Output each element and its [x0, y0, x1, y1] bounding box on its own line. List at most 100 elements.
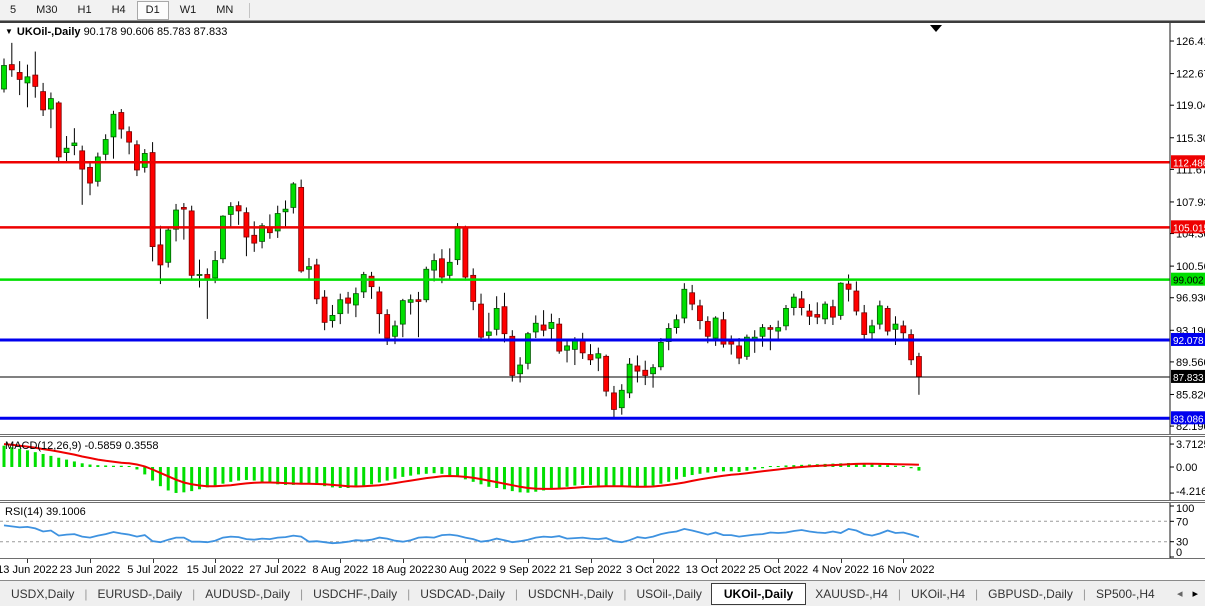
date-tick	[653, 559, 654, 563]
tab-ukoil-h4[interactable]: UKOil-,H4	[902, 584, 974, 604]
tab-usdx-daily[interactable]: USDX,Daily	[2, 584, 83, 604]
svg-text:119.040: 119.040	[1176, 100, 1205, 112]
svg-text:0.00: 0.00	[1176, 462, 1197, 474]
rsi-plot[interactable]: 10070300	[0, 503, 1205, 558]
timeframe-button-m30[interactable]: M30	[27, 1, 66, 20]
chart-shift-marker-icon[interactable]	[930, 25, 942, 32]
price-level-badge: 99.002	[1171, 273, 1205, 287]
date-tick	[841, 559, 842, 563]
rsi-panel[interactable]: RSI(14) 39.1006 10070300	[0, 502, 1205, 559]
svg-text:3.7125: 3.7125	[1176, 439, 1205, 451]
date-tick	[215, 559, 216, 563]
timeframe-button-h4[interactable]: H4	[103, 1, 135, 20]
date-tick	[153, 559, 154, 563]
tab-usdcad-daily[interactable]: USDCAD-,Daily	[411, 584, 514, 604]
date-label: 18 Aug 2022	[372, 564, 434, 576]
timeframe-button-mn[interactable]: MN	[207, 1, 242, 20]
svg-text:126.410: 126.410	[1176, 36, 1205, 48]
timeframe-button-5[interactable]: 5	[1, 1, 25, 20]
tab-usdchf-daily[interactable]: USDCHF-,Daily	[304, 584, 406, 604]
timeframe-button-w1[interactable]: W1	[171, 1, 206, 20]
horizontal-level-lines	[0, 162, 1170, 418]
svg-text:83.086: 83.086	[1173, 414, 1204, 425]
svg-text:92.078: 92.078	[1173, 336, 1204, 347]
date-tick	[403, 559, 404, 563]
macd-plot[interactable]: 3.7125 0.00 -4.2165	[0, 437, 1205, 500]
svg-text:105.015: 105.015	[1173, 223, 1205, 234]
date-label: 23 Jun 2022	[60, 564, 121, 576]
svg-text:99.002: 99.002	[1173, 276, 1204, 287]
svg-text:100: 100	[1176, 503, 1194, 515]
macd-label: MACD(12,26,9) -0.5859 0.3558	[5, 440, 158, 452]
date-label: 3 Oct 2022	[626, 564, 680, 576]
date-tick	[903, 559, 904, 563]
svg-text:85.820: 85.820	[1176, 389, 1205, 401]
date-tick	[90, 559, 91, 563]
svg-text:70: 70	[1176, 516, 1188, 528]
svg-text:87.833: 87.833	[1173, 373, 1204, 384]
tab-ukoil-daily[interactable]: UKOil-,Daily	[711, 583, 806, 605]
tab-scroll-right-icon[interactable]: ▸	[1187, 587, 1203, 600]
svg-text:107.930: 107.930	[1176, 197, 1205, 209]
tab-eurusd-daily[interactable]: EURUSD-,Daily	[88, 584, 191, 604]
svg-text:89.560: 89.560	[1176, 357, 1205, 369]
date-tick	[778, 559, 779, 563]
svg-text:122.670: 122.670	[1176, 69, 1205, 81]
date-label: 8 Aug 2022	[312, 564, 368, 576]
svg-text:-4.2165: -4.2165	[1176, 486, 1205, 498]
price-level-badge: 87.833	[1171, 370, 1205, 384]
price-level-badge: 112.486	[1171, 155, 1205, 169]
date-label: 16 Nov 2022	[872, 564, 934, 576]
candlestick-layer	[2, 43, 922, 418]
date-label: 21 Sep 2022	[559, 564, 621, 576]
tab-scroll-arrows: ◂▸	[1172, 587, 1203, 600]
date-tick	[465, 559, 466, 563]
date-label: 13 Oct 2022	[686, 564, 746, 576]
date-label: 13 Jun 2022	[0, 564, 58, 576]
tab-sp500-h4[interactable]: SP500-,H4	[1087, 584, 1164, 604]
date-tick	[528, 559, 529, 563]
price-level-badge: 92.078	[1171, 333, 1205, 347]
tab-scroll-left-icon[interactable]: ◂	[1172, 587, 1188, 600]
date-label: 27 Jul 2022	[249, 564, 306, 576]
macd-panel[interactable]: MACD(12,26,9) -0.5859 0.3558 3.7125 0.00 -…	[0, 436, 1205, 501]
chart-tab-bar: USDX,Daily|EURUSD-,Daily|AUDUSD-,Daily|U…	[0, 580, 1205, 606]
date-label: 30 Aug 2022	[434, 564, 496, 576]
timeframe-buttons: 5M30H1H4D1W1MN	[0, 1, 243, 20]
date-tick	[716, 559, 717, 563]
timeframe-button-h1[interactable]: H1	[69, 1, 101, 20]
svg-text:96.930: 96.930	[1176, 293, 1205, 305]
svg-text:115.300: 115.300	[1176, 133, 1205, 145]
tab-usoil-daily[interactable]: USOil-,Daily	[628, 584, 711, 604]
symbol-dropdown-icon[interactable]: ▼	[5, 27, 13, 36]
date-label: 9 Sep 2022	[500, 564, 556, 576]
tab-xauusd-h4[interactable]: XAUUSD-,H4	[806, 584, 897, 604]
date-label: 15 Jul 2022	[187, 564, 244, 576]
tab-gbpusd-daily[interactable]: GBPUSD-,Daily	[979, 584, 1082, 604]
date-label: 25 Oct 2022	[748, 564, 808, 576]
macd-axis[interactable]: 3.7125 0.00 -4.2165	[1170, 439, 1205, 498]
date-tick	[591, 559, 592, 563]
svg-text:0: 0	[1176, 547, 1182, 558]
date-tick	[27, 559, 28, 563]
svg-text:100.560: 100.560	[1176, 261, 1205, 273]
price-level-badge: 83.086	[1171, 411, 1205, 425]
rsi-axis[interactable]: 10070300	[1170, 503, 1194, 558]
date-axis[interactable]: 13 Jun 202223 Jun 20225 Jul 202215 Jul 2…	[0, 559, 1205, 580]
tab-usdcnh-daily[interactable]: USDCNH-,Daily	[519, 584, 622, 604]
date-label: 4 Nov 2022	[813, 564, 869, 576]
toolbar-divider	[249, 3, 250, 18]
price-axis[interactable]: 126.410122.670119.040115.300111.670107.9…	[1170, 36, 1205, 433]
timeframe-button-d1[interactable]: D1	[137, 1, 169, 20]
chart-title: ▼ UKOil-,Daily 90.178 90.606 85.783 87.83…	[5, 26, 227, 38]
svg-text:112.486: 112.486	[1173, 158, 1205, 169]
chart-symbol: UKOil-,Daily	[17, 26, 81, 38]
main-chart-panel[interactable]: ▼ UKOil-,Daily 90.178 90.606 85.783 87.83…	[0, 21, 1205, 435]
date-tick	[278, 559, 279, 563]
chart-ohlc-values: 90.178 90.606 85.783 87.833	[84, 26, 228, 38]
price-level-badge: 105.015	[1171, 220, 1205, 234]
tab-audusd-daily[interactable]: AUDUSD-,Daily	[196, 584, 299, 604]
date-tick	[340, 559, 341, 563]
price-chart-plot[interactable]: 126.410122.670119.040115.300111.670107.9…	[0, 23, 1205, 434]
timeframe-toolbar: 5M30H1H4D1W1MN	[0, 0, 1205, 21]
